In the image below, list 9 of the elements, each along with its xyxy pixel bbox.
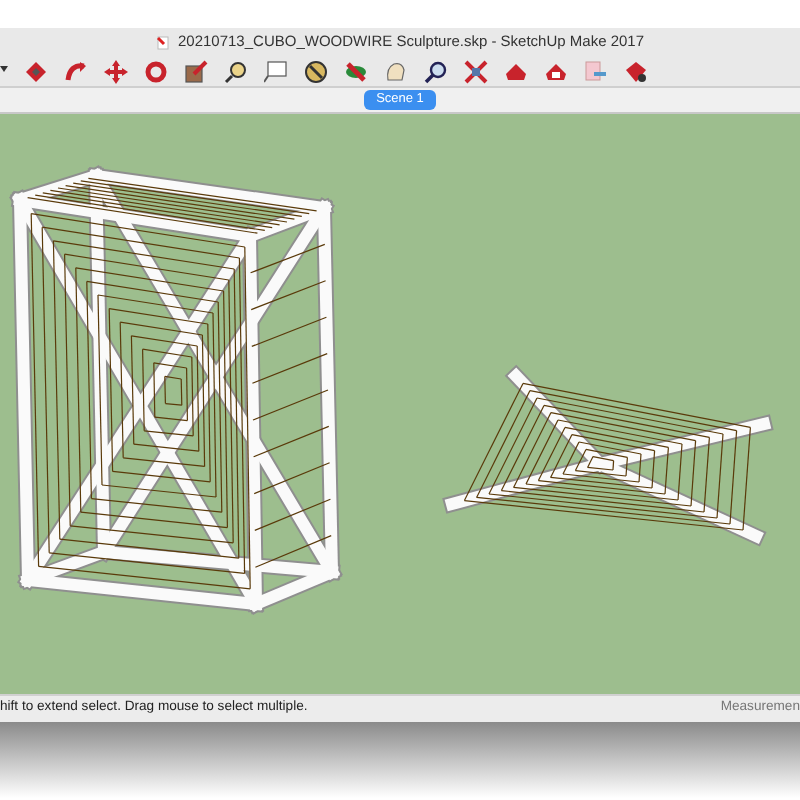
search-icon[interactable]: [424, 59, 448, 83]
document-icon: [155, 35, 170, 49]
zoom-extents-icon[interactable]: [464, 59, 488, 83]
diamond-icon[interactable]: [24, 59, 48, 83]
document-arrow-icon[interactable]: [584, 59, 608, 83]
house-icon[interactable]: [544, 59, 568, 83]
cross-arrows-icon[interactable]: [104, 59, 128, 83]
curved-arrow-icon[interactable]: [64, 59, 88, 83]
text-label-icon[interactable]: [264, 59, 288, 83]
